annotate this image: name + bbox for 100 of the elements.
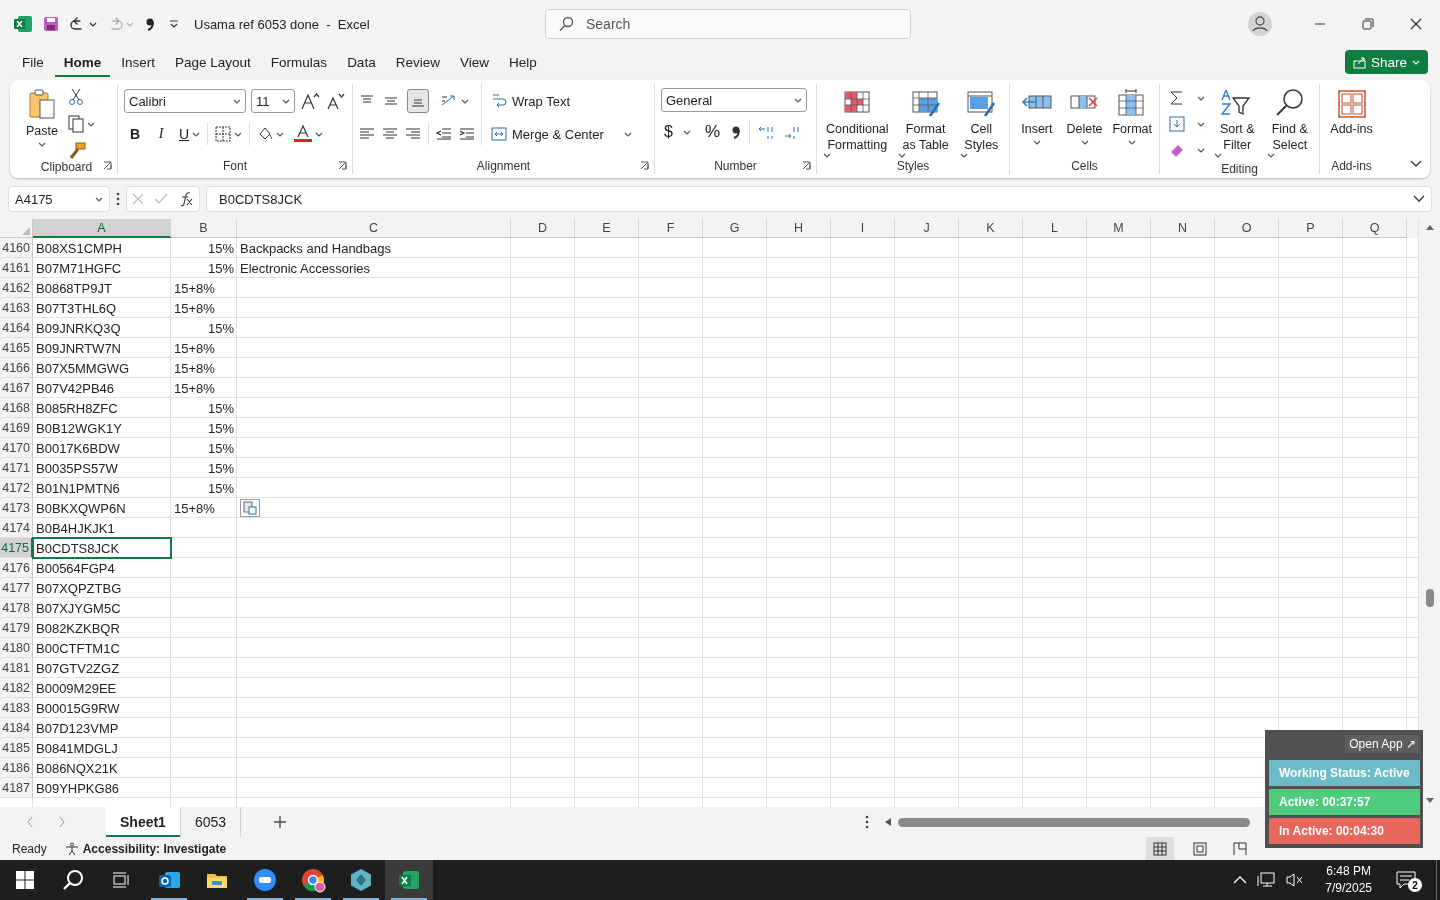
column-header[interactable]: Q [1343,219,1407,238]
dialog-launcher-icon[interactable] [103,161,112,170]
row-number[interactable]: 4167 [0,378,33,398]
row-number[interactable]: 4187 [0,778,33,798]
menu-tab[interactable]: Home [54,49,111,77]
row-number[interactable]: 4174 [0,518,33,538]
currency-button[interactable]: $ [661,120,694,144]
name-box[interactable]: A4175 [8,186,110,212]
wrap-text-button[interactable]: Wrap Text [488,88,635,114]
conditional-button[interactable]: Conditional Formatting [823,84,892,158]
delete-button[interactable]: Delete [1063,84,1106,158]
menu-tab[interactable]: Review [386,49,449,77]
column-header[interactable]: L [1023,219,1087,238]
bold-button[interactable]: B [124,122,146,146]
scrollbar-thumb[interactable] [1426,589,1434,607]
percent-button[interactable]: % [701,120,724,144]
scroll-down-icon[interactable] [1425,797,1435,805]
dialog-launcher-icon[interactable] [802,161,811,170]
row-number[interactable]: 4173 [0,498,33,518]
column-header[interactable]: B [171,219,237,238]
shrink-font-icon[interactable] [325,92,345,110]
find-button[interactable]: Find & Select [1266,84,1313,162]
fill-down-icon[interactable] [1169,116,1185,132]
menu-tab[interactable]: File [13,49,53,77]
italic-button[interactable]: I [150,122,172,146]
search-field[interactable]: Search [545,9,911,39]
start-icon[interactable] [16,871,34,889]
menu-tab[interactable]: Insert [112,49,165,77]
collapse-ribbon-icon[interactable] [1410,160,1422,168]
dialog-launcher-icon[interactable] [640,161,649,170]
borders-icon[interactable] [215,126,232,142]
row-number[interactable]: 4184 [0,718,33,738]
share-button[interactable]: Share [1344,50,1428,74]
column-header[interactable]: J [895,219,959,238]
row-number[interactable]: 4186 [0,758,33,778]
row-number[interactable]: 4164 [0,318,33,338]
decrease-indent-icon[interactable] [436,126,452,142]
column-header[interactable]: G [703,219,767,238]
font-name-field[interactable]: Calibri [124,89,246,113]
increase-indent-icon[interactable] [459,126,475,142]
normal-view-button[interactable] [1146,837,1174,860]
menu-tab[interactable]: Page Layout [166,49,260,77]
menu-tab[interactable]: Data [338,49,385,77]
show-hidden-icons-icon[interactable] [1233,876,1248,884]
fill-color-icon[interactable] [257,126,274,142]
align-right-icon[interactable] [405,126,421,142]
customize-toolbar-icon[interactable] [168,18,180,30]
column-header[interactable]: P [1279,219,1343,238]
row-number[interactable]: 4161 [0,258,33,278]
dialog-launcher-icon[interactable] [338,161,347,170]
paste-button[interactable]: Paste [22,84,62,160]
cellstyles-button[interactable]: Cell Styles [959,84,1003,158]
row-number[interactable]: 4178 [0,598,33,618]
task-view-icon[interactable] [112,872,130,888]
font-color-icon[interactable] [294,125,313,143]
paste-options-icon[interactable] [240,499,260,517]
column-header[interactable]: N [1151,219,1215,238]
clock-date[interactable]: 7/9/2025 [1325,880,1372,897]
formula-field[interactable]: B0CDTS8JCK [206,186,1432,212]
merge-center-button[interactable]: Merge & Center [488,121,635,147]
menu-tab[interactable]: View [450,49,498,77]
cut-icon[interactable] [68,88,84,106]
account-avatar-icon[interactable] [1248,12,1272,36]
align-center-icon[interactable] [382,126,398,142]
row-number[interactable]: 4170 [0,438,33,458]
align-left-icon[interactable] [359,126,375,142]
search-icon[interactable] [62,869,84,891]
row-number[interactable]: 4177 [0,578,33,598]
eraser-icon[interactable] [1169,142,1185,158]
save-icon[interactable] [42,15,60,33]
underline-button[interactable]: U [176,122,204,146]
network-icon[interactable] [1257,872,1276,888]
function-icon[interactable] [178,191,194,207]
number-format-field[interactable]: General [661,88,807,112]
row-number[interactable]: 4181 [0,658,33,678]
row-number[interactable]: 4176 [0,558,33,578]
grow-font-icon[interactable] [300,92,320,110]
undo-button[interactable] [70,16,97,32]
column-header[interactable]: K [959,219,1023,238]
add-sheet-icon[interactable] [273,815,288,829]
insert-button[interactable]: Insert [1016,84,1058,158]
sort-button[interactable]: Sort & Filter [1214,84,1261,162]
column-header[interactable]: I [831,219,895,238]
row-number[interactable]: 4165 [0,338,33,358]
column-header[interactable]: A [33,219,171,238]
accessibility-button[interactable]: Accessibility: Investigate [64,841,227,856]
row-number[interactable]: 4171 [0,458,33,478]
menu-tab[interactable]: Formulas [261,49,337,77]
row-number[interactable]: 4162 [0,278,33,298]
scroll-up-icon[interactable] [1425,223,1435,231]
add-ins-button[interactable]: Add-ins [1326,84,1377,158]
column-header[interactable]: M [1087,219,1151,238]
column-header[interactable]: F [639,219,703,238]
open-app-link[interactable]: Open App ↗ [1345,735,1420,753]
merge-icon[interactable] [491,126,507,142]
more-options-icon[interactable] [865,815,869,829]
column-header[interactable]: O [1215,219,1279,238]
table-button[interactable]: Format as Table [897,84,954,158]
row-number[interactable]: 4166 [0,358,33,378]
autosum-icon[interactable] [1169,90,1185,106]
